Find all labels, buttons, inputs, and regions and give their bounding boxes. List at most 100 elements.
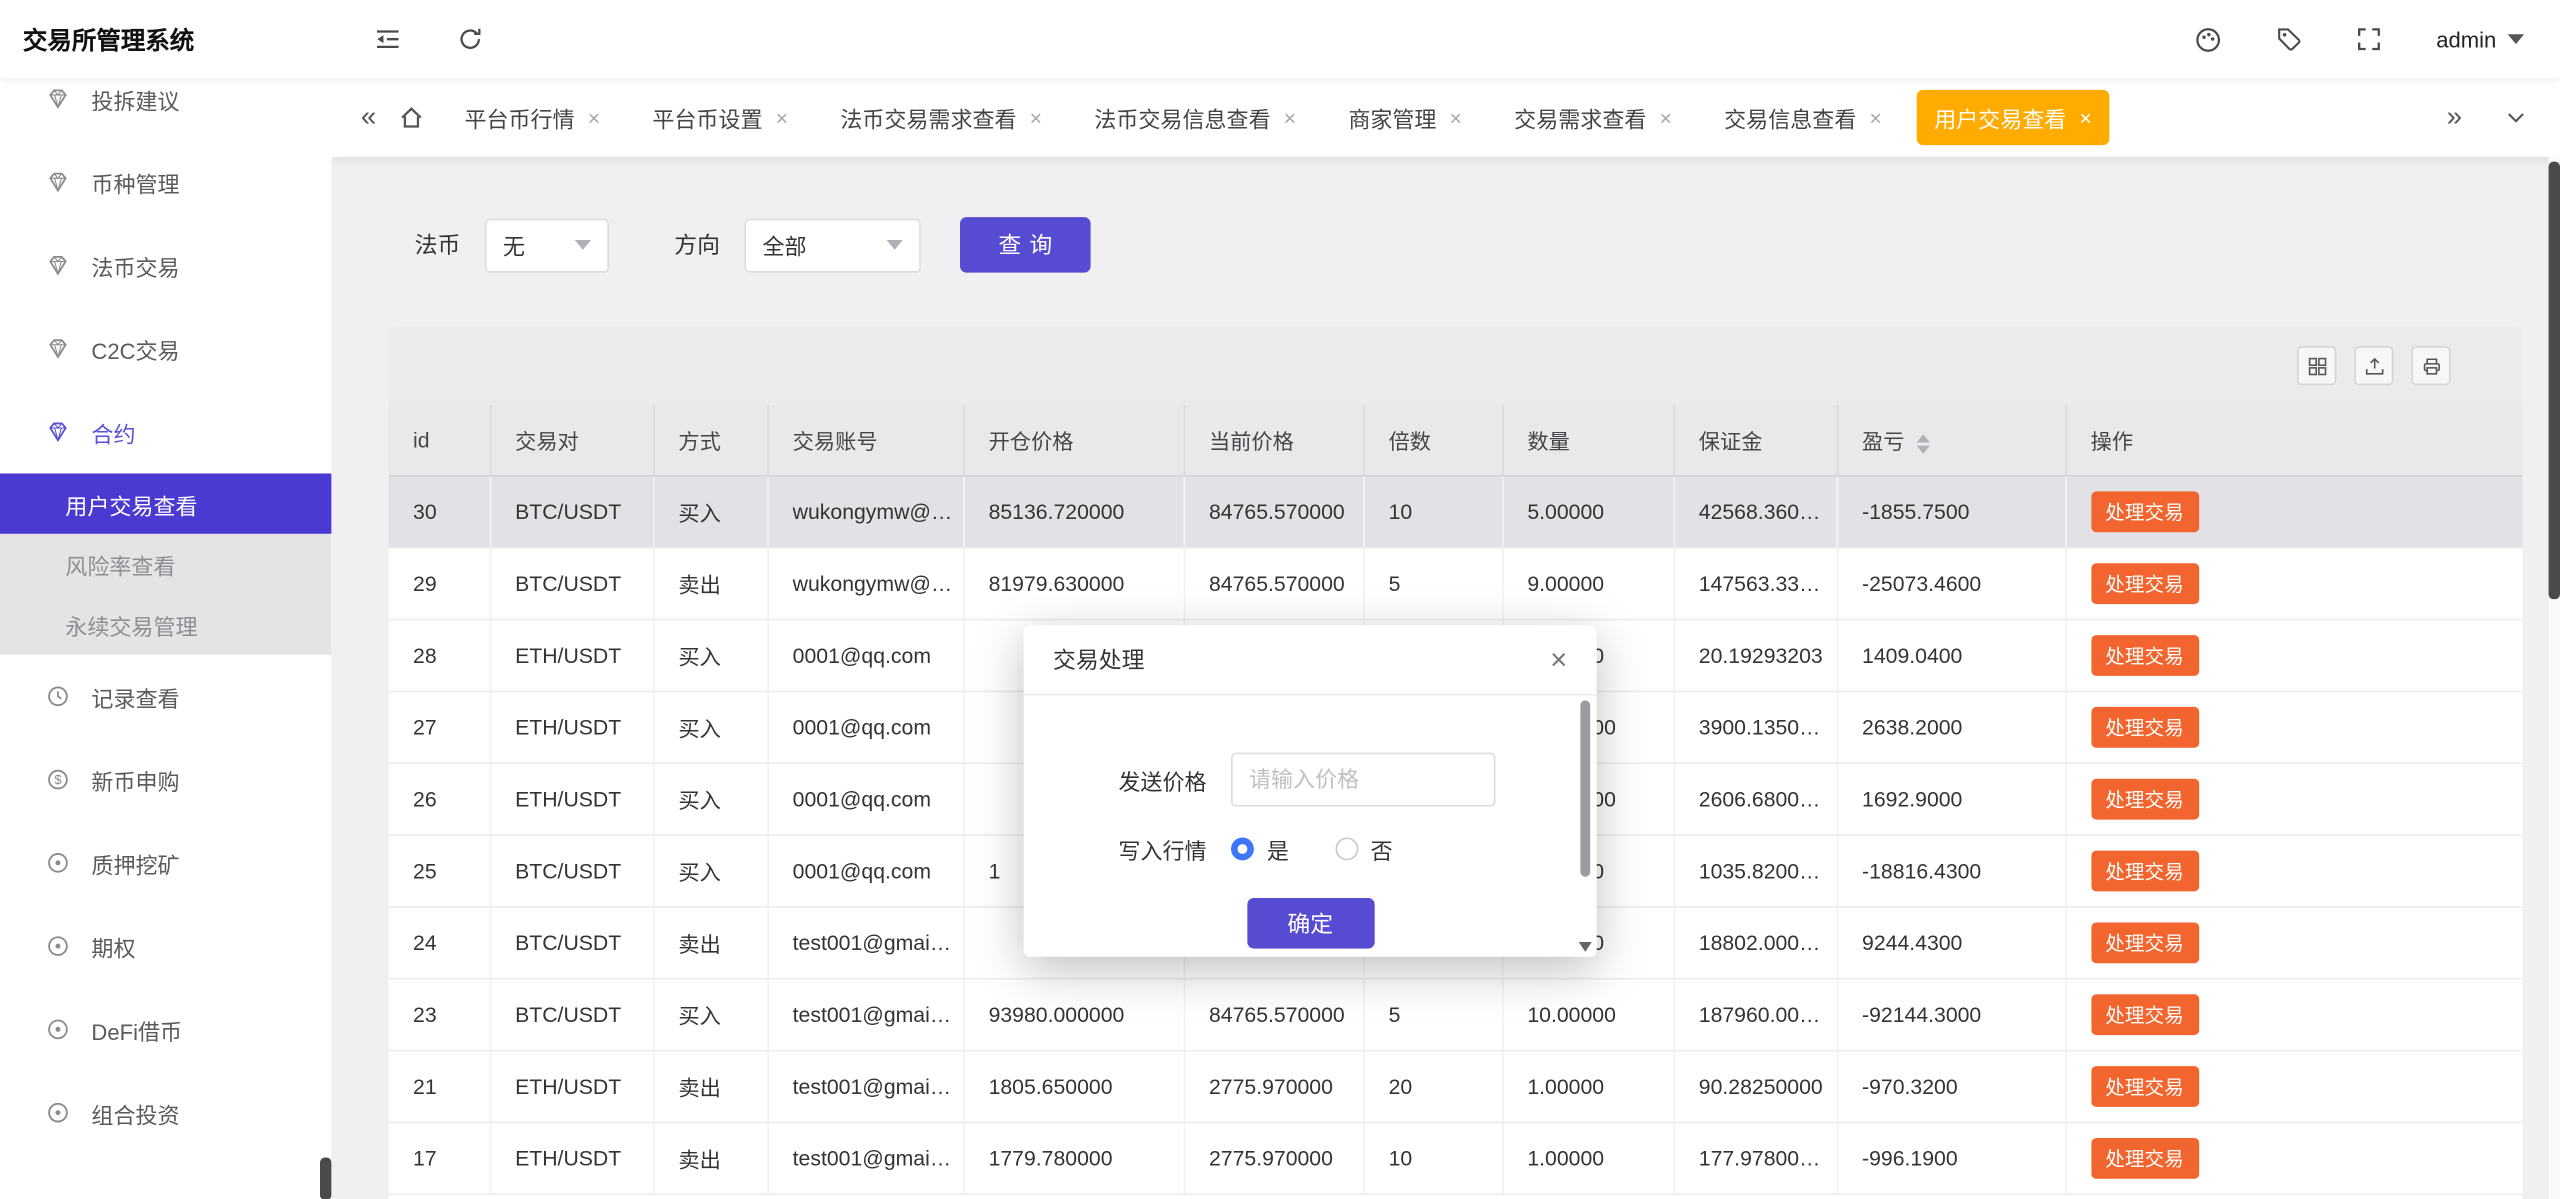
tab-close-icon[interactable]: ×	[776, 107, 788, 128]
process-trade-button[interactable]: 处理交易	[2091, 635, 2199, 676]
tab-close-icon[interactable]: ×	[1030, 107, 1042, 128]
sidebar-item[interactable]: 质押挖矿	[0, 821, 331, 904]
sidebar-subitem[interactable]: 风险率查看	[0, 534, 331, 594]
tab[interactable]: 法币交易需求查看 ×	[822, 90, 1060, 146]
dialog-scrollbar-thumb[interactable]	[1580, 700, 1590, 876]
process-trade-button[interactable]: 处理交易	[2091, 1138, 2199, 1179]
tag-icon[interactable]	[2276, 26, 2302, 52]
sidebar-scrollbar-thumb[interactable]	[320, 1157, 331, 1199]
tab-close-icon[interactable]: ×	[588, 107, 600, 128]
search-button[interactable]: 查询	[960, 217, 1091, 273]
cell-pair: ETH/USDT	[490, 691, 653, 763]
export-icon[interactable]	[2354, 346, 2393, 385]
tab[interactable]: 平台币行情 ×	[446, 90, 618, 146]
tab[interactable]: 平台币设置 ×	[634, 90, 806, 146]
cell-leverage: 20	[1363, 1051, 1502, 1123]
sidebar-item-icon	[46, 851, 70, 875]
sidebar-subitem[interactable]: 用户交易查看	[0, 473, 331, 533]
menu-fold-icon[interactable]	[374, 26, 402, 52]
cell-actions: 处理交易	[2065, 548, 2522, 620]
tab-label: 法币交易需求查看	[840, 101, 1016, 134]
sidebar-subitem[interactable]: 永续交易管理	[0, 594, 331, 654]
sidebar-item[interactable]: 法币交易	[0, 224, 331, 307]
user-menu[interactable]: admin	[2436, 27, 2524, 51]
dialog-scrollbar[interactable]	[1577, 697, 1595, 955]
print-icon[interactable]	[2411, 346, 2450, 385]
tab-label: 平台币设置	[652, 101, 762, 134]
tab-label: 商家管理	[1348, 101, 1436, 134]
confirm-button[interactable]: 确定	[1247, 898, 1374, 949]
page-scrollbar[interactable]	[2549, 157, 2560, 1199]
process-trade-button[interactable]: 处理交易	[2091, 1066, 2199, 1107]
cell-account: 0001@qq.com	[767, 763, 963, 835]
tab[interactable]: 用户交易查看 ×	[1916, 90, 2110, 146]
sort-icon[interactable]	[1916, 434, 1929, 454]
tab[interactable]: 交易需求查看 ×	[1496, 90, 1690, 146]
process-trade-button[interactable]: 处理交易	[2091, 707, 2199, 748]
process-trade-button[interactable]: 处理交易	[2091, 563, 2199, 604]
sidebar-item[interactable]: 投拆建议	[0, 78, 331, 140]
theme-palette-icon[interactable]	[2195, 25, 2223, 53]
process-trade-button[interactable]: 处理交易	[2091, 779, 2199, 820]
process-trade-button[interactable]: 处理交易	[2091, 922, 2199, 963]
sidebar-item[interactable]: 币种管理	[0, 140, 331, 223]
cell-side: 买入	[653, 763, 767, 835]
sidebar-item[interactable]: $ 新币申购	[0, 738, 331, 821]
tab-close-icon[interactable]: ×	[1869, 107, 1881, 128]
sidebar-item[interactable]: DeFi借币	[0, 988, 331, 1071]
sidebar-item[interactable]: C2C交易	[0, 307, 331, 390]
top-header: 交易所管理系统 admin	[0, 0, 2560, 78]
sidebar-item-icon	[46, 336, 70, 360]
cell-side: 买入	[653, 620, 767, 692]
sidebar-item[interactable]: 合约	[0, 390, 331, 473]
process-trade-button[interactable]: 处理交易	[2091, 994, 2199, 1035]
dialog-header: 交易处理 ×	[1024, 625, 1597, 695]
tab[interactable]: 法币交易信息查看 ×	[1076, 90, 1314, 146]
sidebar-item[interactable]: 记录查看	[0, 655, 331, 738]
tab-close-icon[interactable]: ×	[1450, 107, 1462, 128]
process-trade-button[interactable]: 处理交易	[2091, 851, 2199, 892]
tabs-scroll-left-icon[interactable]: «	[354, 101, 383, 134]
fullscreen-icon[interactable]	[2356, 26, 2382, 52]
write-market-label: 写入行情	[1024, 833, 1207, 866]
cell-id: 30	[389, 476, 490, 548]
process-trade-button[interactable]: 处理交易	[2091, 491, 2199, 532]
tabs-dropdown-icon[interactable]	[2504, 106, 2527, 129]
sidebar-item[interactable]: 期权	[0, 904, 331, 987]
tabs-scroll-right-icon[interactable]: »	[2440, 101, 2469, 134]
col-account: 交易账号	[767, 405, 963, 476]
cell-id: 21	[389, 1051, 490, 1123]
radio-unchecked-icon	[1335, 838, 1358, 861]
radio-yes[interactable]: 是	[1231, 833, 1289, 866]
cell-margin: 177.97800000	[1673, 1122, 1836, 1194]
cell-margin: 187960.00000…	[1673, 979, 1836, 1051]
tab-close-icon[interactable]: ×	[2079, 107, 2091, 128]
col-actions: 操作	[2065, 405, 2522, 476]
tab[interactable]: 交易信息查看 ×	[1706, 90, 1900, 146]
sidebar-subitem-label: 用户交易查看	[65, 487, 197, 520]
cell-pair: ETH/USDT	[490, 620, 653, 692]
sidebar-item[interactable]: 组合投资	[0, 1071, 331, 1154]
tab-close-icon[interactable]: ×	[1284, 107, 1296, 128]
tab[interactable]: 商家管理 ×	[1330, 90, 1480, 146]
cell-amount: 5.00000	[1502, 476, 1673, 548]
home-tab[interactable]	[399, 104, 425, 130]
tab-close-icon[interactable]: ×	[1659, 107, 1671, 128]
page-scrollbar-thumb[interactable]	[2549, 162, 2560, 600]
sidebar-item-icon	[46, 934, 70, 958]
filter-bar: 法币 无 方向 全部 查询	[415, 217, 2549, 273]
price-input[interactable]	[1231, 753, 1495, 807]
cell-id: 27	[389, 691, 490, 763]
columns-grid-icon[interactable]	[2297, 346, 2336, 385]
radio-no[interactable]: 否	[1335, 833, 1393, 866]
fiat-select[interactable]: 无	[485, 218, 609, 272]
scroll-down-arrow-icon[interactable]	[1579, 942, 1592, 952]
tab-label: 平台币行情	[464, 101, 574, 134]
cell-pnl: 1692.9000	[1837, 763, 2066, 835]
direction-select[interactable]: 全部	[744, 218, 920, 272]
sidebar-item-label: 质押挖矿	[91, 847, 179, 880]
refresh-icon[interactable]	[457, 26, 483, 52]
table-toolbar	[389, 327, 2523, 405]
tab-label: 交易需求查看	[1514, 101, 1646, 134]
close-icon[interactable]: ×	[1550, 645, 1567, 674]
